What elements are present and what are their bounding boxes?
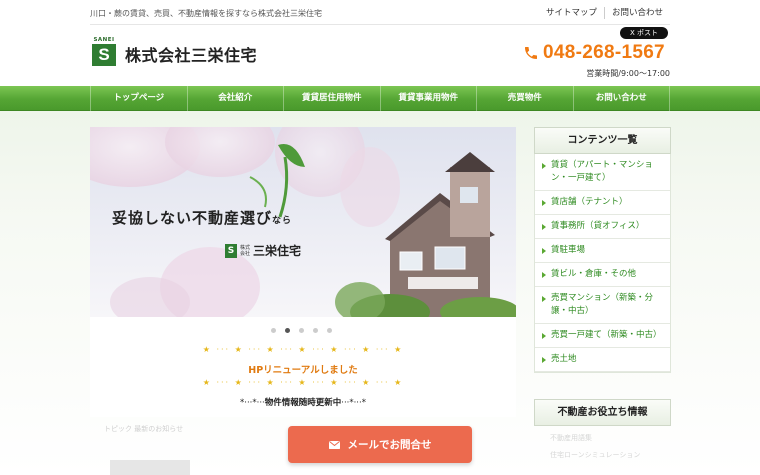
sidebar-title: コンテンツ一覧: [534, 127, 671, 154]
mail-contact-label: メールでお問合せ: [347, 439, 432, 451]
slider-dot[interactable]: [299, 328, 304, 333]
site-logo[interactable]: SANEI S 株式会社三栄住宅: [91, 37, 257, 67]
faded-heading: トピック 最新のお知らせ: [104, 425, 184, 433]
hero-copy: 妥協しない不動産選びなら: [112, 207, 292, 228]
hero-logo: S 株式 会社 三栄住宅: [225, 242, 301, 259]
sidebar: コンテンツ一覧 賃貸（アパート・マンション・一戸建て） 賃店舗（テナント） 賃事…: [534, 127, 671, 467]
sidebar-item-office[interactable]: 賃事務所（貸オフィス）: [535, 215, 670, 239]
hero-slider[interactable]: 妥協しない不動産選びなら S 株式 会社 三栄住宅: [90, 127, 516, 317]
slider-dot[interactable]: [271, 328, 276, 333]
mail-icon: [328, 440, 340, 449]
logo-small-text: SANEI: [93, 37, 115, 43]
slider-dots: [271, 328, 341, 333]
sidebar-title-useful: 不動産お役立ち情報: [534, 399, 671, 426]
phone-number[interactable]: 048-268-1567: [523, 42, 665, 64]
phone-number-text: 048-268-1567: [543, 42, 665, 63]
header-divider: [90, 24, 670, 25]
hero-copy-suffix: なら: [272, 216, 293, 226]
update-notice: *···*···物件情報随時更新中···*···*: [240, 398, 366, 408]
sidebar-list: 賃貸（アパート・マンション・一戸建て） 賃店舗（テナント） 賃事務所（貸オフィス…: [534, 154, 671, 373]
business-hours: 営業時間/9:00～17:00: [586, 69, 670, 78]
sidebar-item-sale-mansion[interactable]: 売買マンション（新築・分譲・中古）: [535, 287, 670, 324]
logo-letter: S: [92, 44, 116, 66]
slider-dot[interactable]: [327, 328, 332, 333]
sidebar-item-tenant[interactable]: 賃店舗（テナント）: [535, 191, 670, 215]
slider-dot[interactable]: [313, 328, 318, 333]
sidebar-faded-item[interactable]: 住宅ローンシミュレーション: [534, 450, 671, 467]
faded-image: [110, 460, 190, 475]
slider-dot-active[interactable]: [285, 328, 290, 333]
nav-rental-residential[interactable]: 賃貸居住用物件: [283, 86, 380, 111]
nav-top[interactable]: トップページ: [90, 86, 187, 111]
sparkle-bottom: ★ ··· ★ ··· ★ ··· ★ ··· ★ ··· ★ ··· ★: [202, 378, 404, 387]
top-links: サイトマップ お問い合わせ: [539, 7, 670, 19]
sidebar-item-parking[interactable]: 賃駐車場: [535, 239, 670, 263]
hero-copy-main: 妥協しない不動産選び: [112, 209, 273, 227]
nav-company[interactable]: 会社紹介: [186, 86, 284, 111]
sidebar-item-building[interactable]: 賃ビル・倉庫・その他: [535, 263, 670, 287]
global-nav: トップページ 会社紹介 賃貸居住用物件 賃貸事業用物件 売買物件 お問い合わせ: [0, 86, 760, 111]
hero-logo-name: 三栄住宅: [253, 244, 302, 258]
sitemap-link[interactable]: サイトマップ: [539, 7, 604, 19]
nav-contact[interactable]: お問い合わせ: [572, 86, 670, 111]
x-post-button[interactable]: X ポスト: [620, 27, 668, 39]
contact-link[interactable]: お問い合わせ: [603, 7, 670, 19]
sidebar-item-rental[interactable]: 賃貸（アパート・マンション・一戸建て）: [535, 154, 670, 191]
logo-icon: SANEI S: [91, 37, 117, 67]
hero-logo-small: 株式 会社: [240, 244, 251, 257]
sidebar-item-land[interactable]: 売土地: [535, 348, 670, 372]
hero-logo-icon: S: [225, 243, 237, 258]
mail-contact-button[interactable]: メールでお問合せ: [288, 426, 472, 463]
sparkle-top: ★ ··· ★ ··· ★ ··· ★ ··· ★ ··· ★ ··· ★: [202, 345, 404, 354]
nav-rental-business[interactable]: 賃貸事業用物件: [379, 86, 477, 111]
nav-sale[interactable]: 売買物件: [476, 86, 573, 111]
sidebar-item-sale-house[interactable]: 売買一戸建て（新築・中古）: [535, 324, 670, 348]
phone-icon: [525, 47, 537, 59]
renewal-notice: HPリニューアルしました: [248, 365, 358, 376]
site-tagline: 川口・蕨の賃貸、売買、不動産情報を探すなら株式会社三栄住宅: [90, 9, 322, 18]
sidebar-faded-item[interactable]: 不動産用語集: [534, 426, 671, 450]
company-name: 株式会社三栄住宅: [125, 46, 258, 65]
